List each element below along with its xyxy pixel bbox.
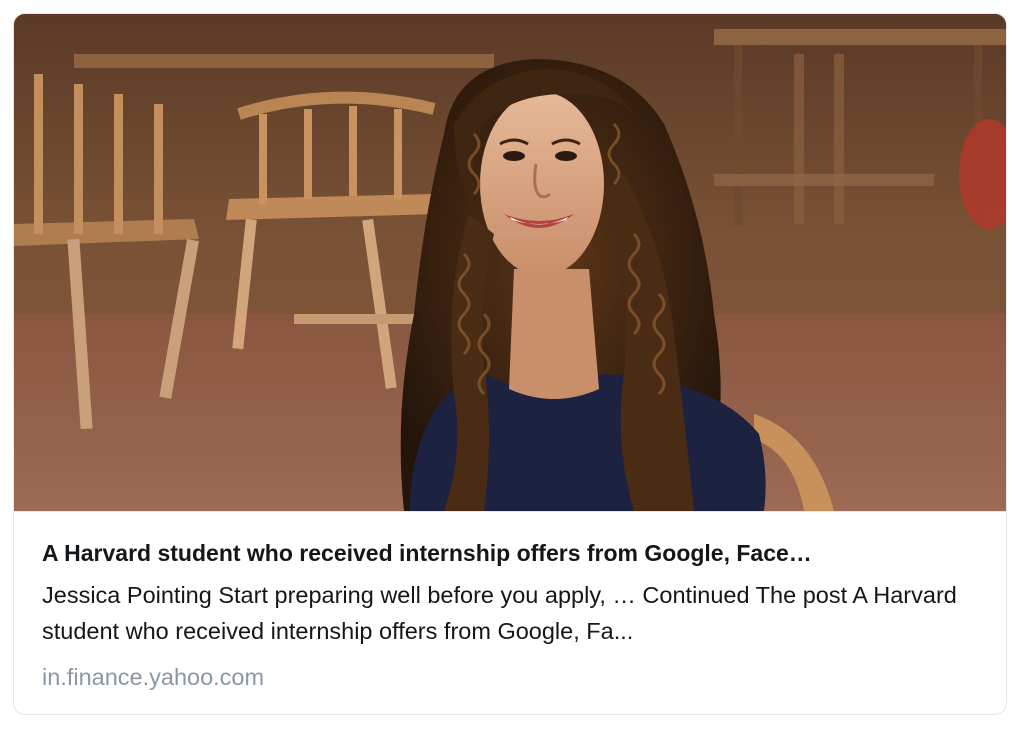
card-content[interactable]: A Harvard student who received internshi… — [42, 537, 982, 693]
article-headline[interactable]: A Harvard student who received internshi… — [42, 537, 982, 569]
article-photo — [14, 14, 1006, 511]
link-preview-card[interactable]: A Harvard student who received internshi… — [13, 13, 1007, 715]
source-domain[interactable]: in.finance.yahoo.com — [42, 661, 982, 693]
article-image[interactable] — [14, 14, 1006, 512]
article-summary: Jessica Pointing Start preparing well be… — [42, 582, 957, 644]
